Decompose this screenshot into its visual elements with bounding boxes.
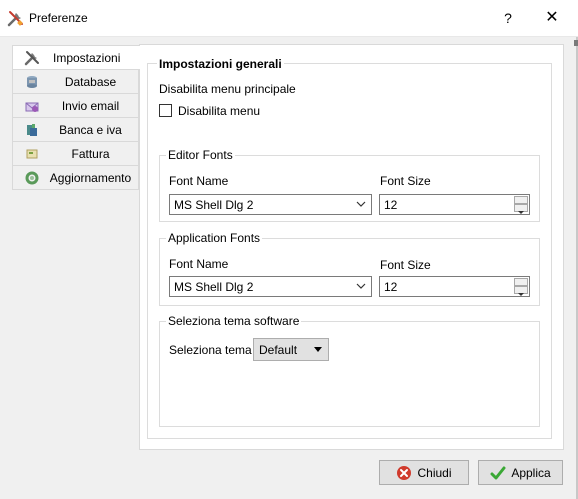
nav-item-invio-email[interactable]: Invio email: [12, 94, 139, 118]
help-button[interactable]: ?: [500, 8, 516, 28]
application-font-size-label: Font Size: [380, 258, 431, 272]
general-settings-title: Impostazioni generali: [157, 57, 284, 71]
editor-font-name-value: MS Shell Dlg 2: [174, 198, 254, 212]
apply-button-label: Applica: [511, 465, 551, 480]
nav-label: Invio email: [61, 99, 120, 113]
nav-item-fattura[interactable]: Fattura: [12, 142, 139, 166]
nav-label: Fattura: [71, 147, 110, 161]
theme-group: [159, 321, 540, 427]
nav-label: Banca e iva: [59, 123, 122, 137]
apply-button[interactable]: Applica: [478, 460, 563, 485]
nav-item-aggiornamento[interactable]: Aggiornamento: [12, 166, 139, 190]
settings-nav: Impostazioni Database Invio email Banca …: [12, 45, 140, 190]
title-bar: Preferenze ? ✕: [0, 0, 578, 37]
chevron-down-icon: [356, 283, 366, 289]
application-fonts-title: Application Fonts: [166, 231, 263, 245]
theme-group-title: Seleziona tema software: [166, 314, 302, 328]
window-title: Preferenze: [29, 11, 88, 25]
tools-icon: [24, 51, 39, 66]
spin-up-icon[interactable]: [514, 278, 528, 289]
checkmark-icon: [490, 466, 506, 479]
bank-icon: [27, 124, 37, 136]
database-icon: [27, 76, 37, 88]
nav-item-impostazioni[interactable]: Impostazioni: [12, 45, 140, 70]
window-frame-mark: [574, 40, 578, 46]
spin-buttons: [514, 196, 528, 214]
nav-label: Database: [64, 75, 117, 89]
editor-font-name-select[interactable]: MS Shell Dlg 2: [169, 194, 372, 215]
editor-font-size-value: 12: [384, 198, 398, 212]
theme-select-value: Default: [259, 343, 298, 357]
disable-menu-checkbox[interactable]: [159, 104, 172, 117]
nav-label: Impostazioni: [53, 51, 121, 65]
application-font-size-spinbox[interactable]: 12: [379, 276, 530, 297]
tools-icon: [7, 11, 23, 27]
disable-menu-heading: Disabilita menu principale: [159, 82, 296, 96]
spin-up-icon[interactable]: [514, 196, 528, 207]
editor-font-size-label: Font Size: [380, 174, 431, 188]
nav-label: Aggiornamento: [49, 171, 132, 185]
invoice-icon: [26, 149, 38, 159]
editor-fonts-title: Editor Fonts: [166, 148, 235, 162]
close-button[interactable]: Chiudi: [379, 460, 469, 485]
editor-font-size-spinbox[interactable]: 12: [379, 194, 530, 215]
email-icon: [25, 102, 39, 112]
disable-menu-label[interactable]: Disabilita menu: [178, 104, 260, 118]
nav-item-database[interactable]: Database: [12, 70, 139, 94]
cancel-icon: [397, 465, 412, 480]
nav-item-banca-e-iva[interactable]: Banca e iva: [12, 118, 139, 142]
theme-select[interactable]: Default: [253, 338, 329, 361]
spin-buttons: [514, 278, 528, 296]
application-font-name-select[interactable]: MS Shell Dlg 2: [169, 276, 372, 297]
application-font-name-value: MS Shell Dlg 2: [174, 280, 254, 294]
close-button-label: Chiudi: [417, 465, 452, 480]
editor-font-name-label: Font Name: [169, 174, 229, 188]
application-font-name-label: Font Name: [169, 257, 229, 271]
chevron-down-icon: [356, 201, 366, 207]
theme-select-label: Seleziona tema: [169, 343, 252, 357]
spin-down-icon[interactable]: [514, 286, 528, 296]
update-icon: [25, 171, 39, 185]
triangle-down-icon: [314, 347, 322, 352]
spin-down-icon[interactable]: [514, 204, 528, 214]
application-font-size-value: 12: [384, 280, 398, 294]
close-window-button[interactable]: ✕: [540, 7, 564, 29]
